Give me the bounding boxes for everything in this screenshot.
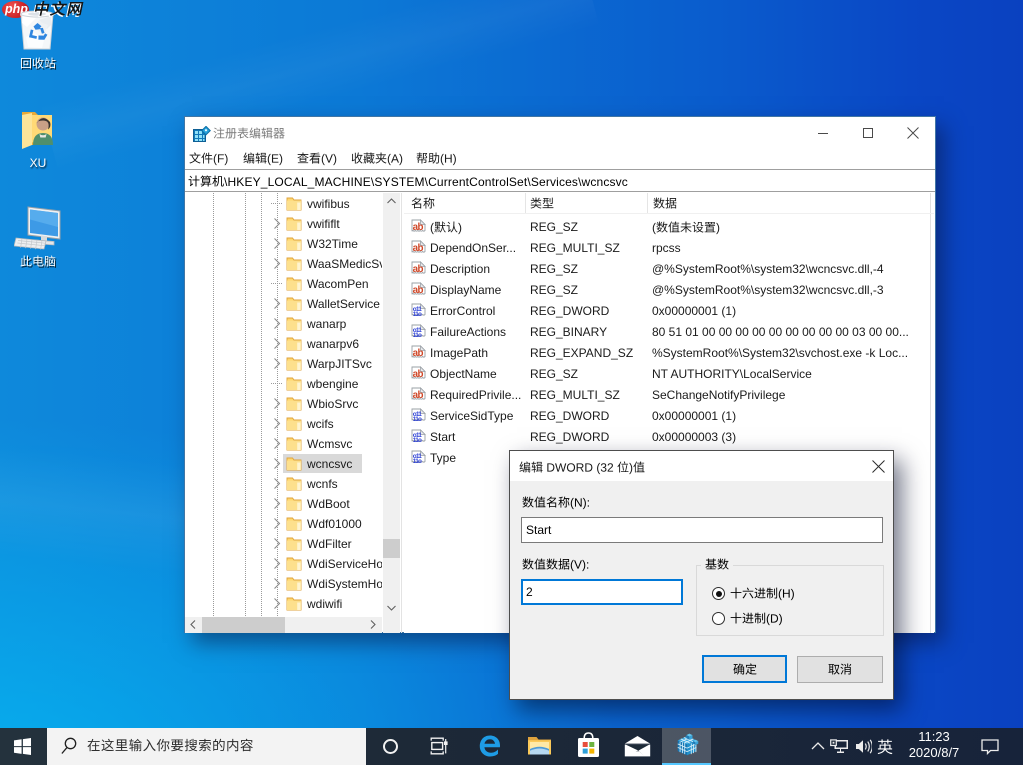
- svg-text:11o: 11o: [413, 332, 422, 339]
- svg-text:11o: 11o: [413, 458, 422, 465]
- svg-text:ab: ab: [413, 390, 424, 401]
- svg-text:ab: ab: [413, 264, 424, 275]
- svg-text:ab: ab: [413, 243, 424, 254]
- svg-text:11o: 11o: [413, 416, 422, 423]
- svg-text:ab: ab: [413, 369, 424, 380]
- svg-text:ab: ab: [413, 285, 424, 296]
- svg-text:11o: 11o: [413, 437, 422, 444]
- svg-text:ab: ab: [413, 222, 424, 233]
- svg-text:ab: ab: [413, 348, 424, 359]
- svg-text:11o: 11o: [413, 311, 422, 318]
